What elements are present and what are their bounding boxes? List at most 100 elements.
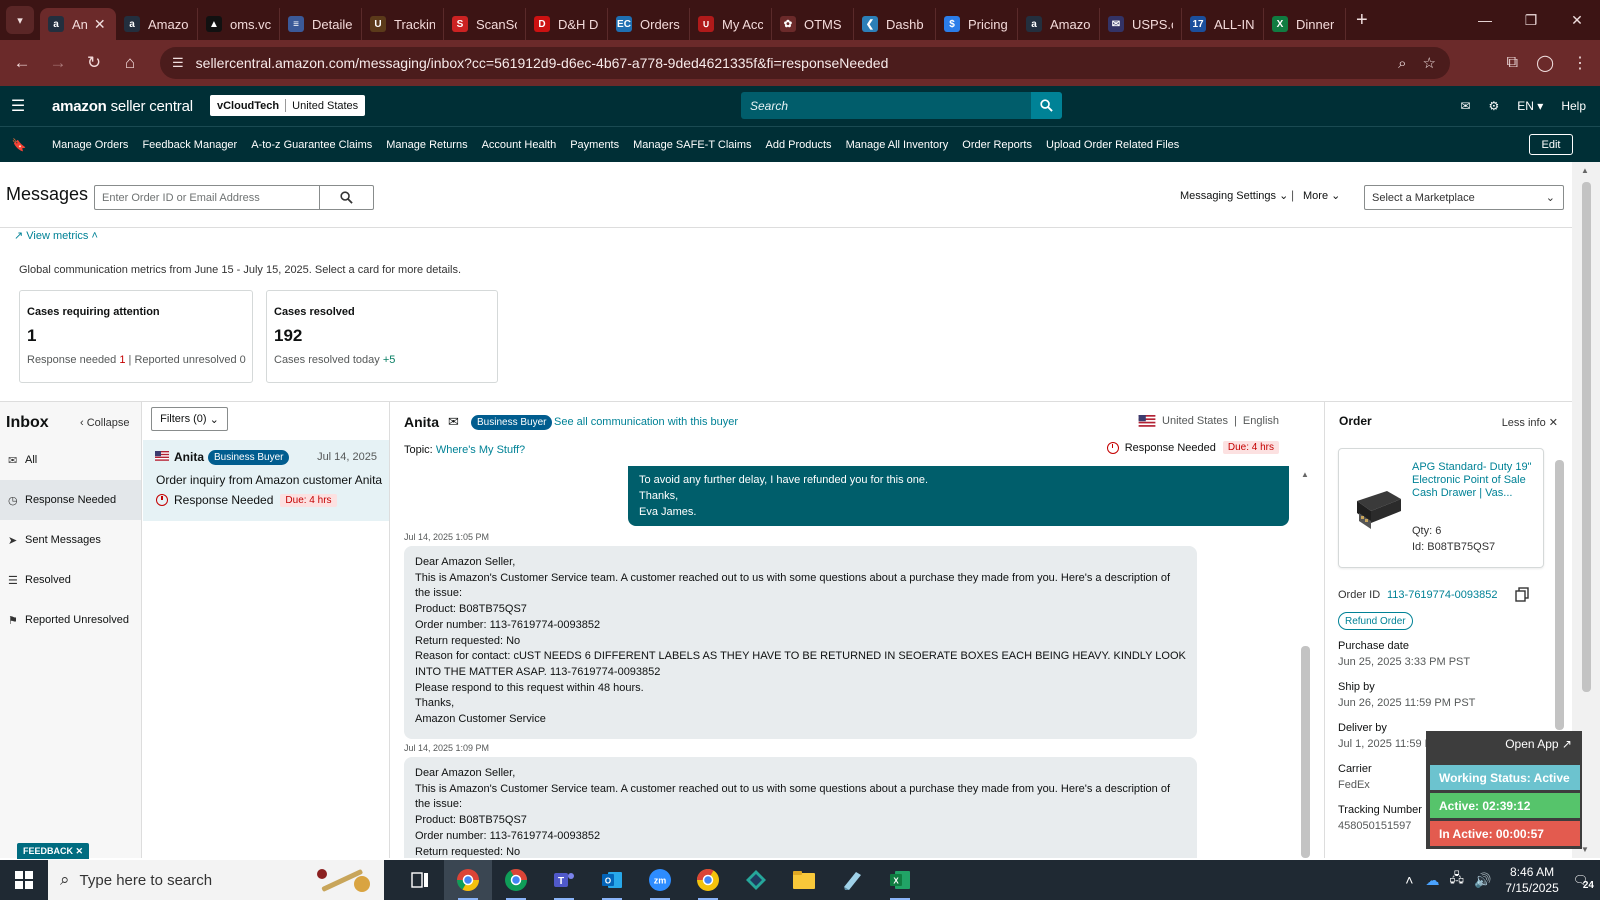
- hamburger-menu-icon[interactable]: ☰: [0, 96, 36, 116]
- inbox-nav-item[interactable]: ⚑ Reported Unresolved: [0, 600, 141, 640]
- nav-link[interactable]: Manage All Inventory: [846, 139, 949, 151]
- message-scroll-area[interactable]: To avoid any further delay, I have refun…: [391, 466, 1323, 858]
- order-search-input[interactable]: Enter Order ID or Email Address: [94, 185, 320, 210]
- browser-tab[interactable]: 17 ALL-IN: [1182, 8, 1264, 40]
- teams-icon[interactable]: T: [540, 860, 588, 900]
- seller-central-logo[interactable]: amazon seller central: [52, 98, 193, 115]
- chrome-profile-3-icon[interactable]: [684, 860, 732, 900]
- collapse-button[interactable]: ‹ Collapse: [80, 417, 130, 429]
- refund-order-button[interactable]: Refund Order: [1338, 612, 1413, 630]
- taskbar-search[interactable]: ⌕ Type here to search: [48, 860, 384, 900]
- nav-link[interactable]: Manage SAFE-T Claims: [633, 139, 751, 151]
- bookmark-icon[interactable]: 🔖: [4, 138, 34, 152]
- header-search-button[interactable]: [1031, 92, 1062, 119]
- copy-icon[interactable]: [1515, 587, 1529, 602]
- new-tab-button[interactable]: +: [1356, 9, 1368, 32]
- feedback-tab[interactable]: FEEDBACK ✕: [17, 843, 90, 859]
- browser-tab[interactable]: ▲ oms.vc: [198, 8, 280, 40]
- inbox-nav-item[interactable]: ☰ Resolved: [0, 560, 141, 600]
- conversation-item[interactable]: Anita Business Buyer Jul 14, 2025 Order …: [143, 440, 389, 521]
- browser-tab[interactable]: EC Orders: [608, 8, 690, 40]
- network-icon[interactable]: 🖧: [1449, 869, 1464, 891]
- nav-link[interactable]: Manage Returns: [386, 139, 467, 151]
- browser-menu-icon[interactable]: ⋮: [1572, 53, 1588, 73]
- file-explorer-icon[interactable]: [780, 860, 828, 900]
- chrome-profile-1-icon[interactable]: [444, 860, 492, 900]
- mail-icon[interactable]: ✉: [1460, 99, 1470, 113]
- view-metrics-toggle[interactable]: ↗ View metrics ˄: [14, 229, 98, 242]
- profile-icon[interactable]: ◯: [1536, 53, 1554, 73]
- nav-link[interactable]: Payments: [570, 139, 619, 151]
- browser-tab[interactable]: $ Pricing: [936, 8, 1018, 40]
- browser-tab[interactable]: ❮ Dashb: [854, 8, 936, 40]
- order-search-button[interactable]: [319, 185, 374, 210]
- inbox-nav-item[interactable]: ✉ All: [0, 440, 141, 480]
- chrome-profile-2-icon[interactable]: [492, 860, 540, 900]
- tab-search-button[interactable]: ▾: [6, 6, 34, 34]
- address-bar[interactable]: ☰ sellercentral.amazon.com/messaging/inb…: [160, 47, 1450, 79]
- header-search[interactable]: Search: [741, 92, 1062, 119]
- outlook-icon[interactable]: O: [588, 860, 636, 900]
- excel-icon[interactable]: X: [876, 860, 924, 900]
- notes-app-icon[interactable]: [828, 860, 876, 900]
- zoom-app-icon[interactable]: zm: [636, 860, 684, 900]
- inbox-nav-item[interactable]: ➤ Sent Messages: [0, 520, 141, 560]
- product-title-link[interactable]: APG Standard- Duty 19" Electronic Point …: [1412, 461, 1534, 500]
- app-diamond-icon[interactable]: [732, 860, 780, 900]
- language-selector[interactable]: EN ▾: [1517, 99, 1543, 113]
- browser-tab[interactable]: a Amazo: [116, 8, 198, 40]
- zoom-icon[interactable]: ⌕: [1398, 55, 1406, 72]
- volume-icon[interactable]: 🔊: [1474, 872, 1491, 889]
- taskbar-clock[interactable]: 8:46 AM 7/15/2025: [1505, 864, 1558, 896]
- inbox-nav-item[interactable]: ◷ Response Needed: [0, 480, 141, 520]
- scroll-up-arrow[interactable]: ▲: [1581, 166, 1589, 175]
- order-id-link[interactable]: 113-7619774-0093852: [1387, 589, 1498, 601]
- site-info-icon[interactable]: ☰: [172, 55, 184, 71]
- bookmark-star-icon[interactable]: ☆: [1423, 54, 1436, 72]
- extensions-icon[interactable]: ⧉: [1507, 54, 1518, 72]
- metric-card-attention[interactable]: Cases requiring attention 1 Response nee…: [19, 290, 253, 383]
- browser-tab[interactable]: D D&H D: [526, 8, 608, 40]
- filters-dropdown[interactable]: Filters (0) ⌄: [151, 407, 228, 431]
- browser-tab[interactable]: a Amazo: [1018, 8, 1100, 40]
- nav-link[interactable]: Account Health: [482, 139, 557, 151]
- more-dropdown[interactable]: More ⌄: [1303, 189, 1340, 202]
- nav-link[interactable]: Feedback Manager: [142, 139, 237, 151]
- home-icon[interactable]: ⌂: [112, 53, 148, 73]
- notifications-icon[interactable]: 🗨 24: [1573, 873, 1594, 891]
- help-link[interactable]: Help: [1561, 99, 1586, 113]
- nav-link[interactable]: Add Products: [766, 139, 832, 151]
- marketplace-select[interactable]: Select a Marketplace ⌄: [1364, 185, 1564, 210]
- browser-tab[interactable]: ✿ OTMS: [772, 8, 854, 40]
- edit-nav-button[interactable]: Edit: [1529, 134, 1573, 155]
- scroll-up-arrow[interactable]: ▲: [1301, 470, 1309, 479]
- browser-tab[interactable]: a An ✕: [40, 8, 116, 40]
- scroll-down-arrow[interactable]: ▼: [1581, 845, 1589, 854]
- nav-link[interactable]: Upload Order Related Files: [1046, 139, 1179, 151]
- windows-start-icon[interactable]: [0, 860, 48, 900]
- less-info-button[interactable]: Less info ✕: [1502, 416, 1558, 429]
- nav-link[interactable]: Order Reports: [962, 139, 1032, 151]
- tray-expand-icon[interactable]: ˄: [1405, 872, 1413, 888]
- task-view-icon[interactable]: [396, 860, 444, 900]
- nav-link[interactable]: A-to-z Guarantee Claims: [251, 139, 372, 151]
- thread-scrollbar[interactable]: ▲: [1301, 466, 1311, 858]
- onedrive-icon[interactable]: ☁: [1425, 872, 1439, 889]
- tab-close-icon[interactable]: ✕: [94, 16, 106, 33]
- browser-tab[interactable]: U Trackin: [362, 8, 444, 40]
- back-icon[interactable]: ←: [4, 53, 40, 73]
- metric-card-resolved[interactable]: Cases resolved 192 Cases resolved today …: [266, 290, 498, 383]
- reload-icon[interactable]: ↻: [76, 53, 112, 73]
- email-buyer-icon[interactable]: ✉: [448, 414, 459, 430]
- account-switcher[interactable]: vCloudTech United States: [210, 95, 366, 116]
- settings-gear-icon[interactable]: ⚙: [1489, 99, 1500, 113]
- close-window-icon[interactable]: ✕: [1554, 12, 1600, 29]
- open-app-link[interactable]: Open App ↗: [1505, 737, 1572, 751]
- browser-tab[interactable]: ≡ Detaile: [280, 8, 362, 40]
- minimize-icon[interactable]: —: [1462, 12, 1508, 28]
- restore-icon[interactable]: ❐: [1508, 12, 1554, 29]
- browser-tab[interactable]: X Dinner: [1264, 8, 1346, 40]
- messaging-settings-dropdown[interactable]: Messaging Settings ⌄: [1180, 189, 1288, 202]
- forward-icon[interactable]: →: [40, 53, 76, 73]
- browser-tab[interactable]: ∪ My Acc: [690, 8, 772, 40]
